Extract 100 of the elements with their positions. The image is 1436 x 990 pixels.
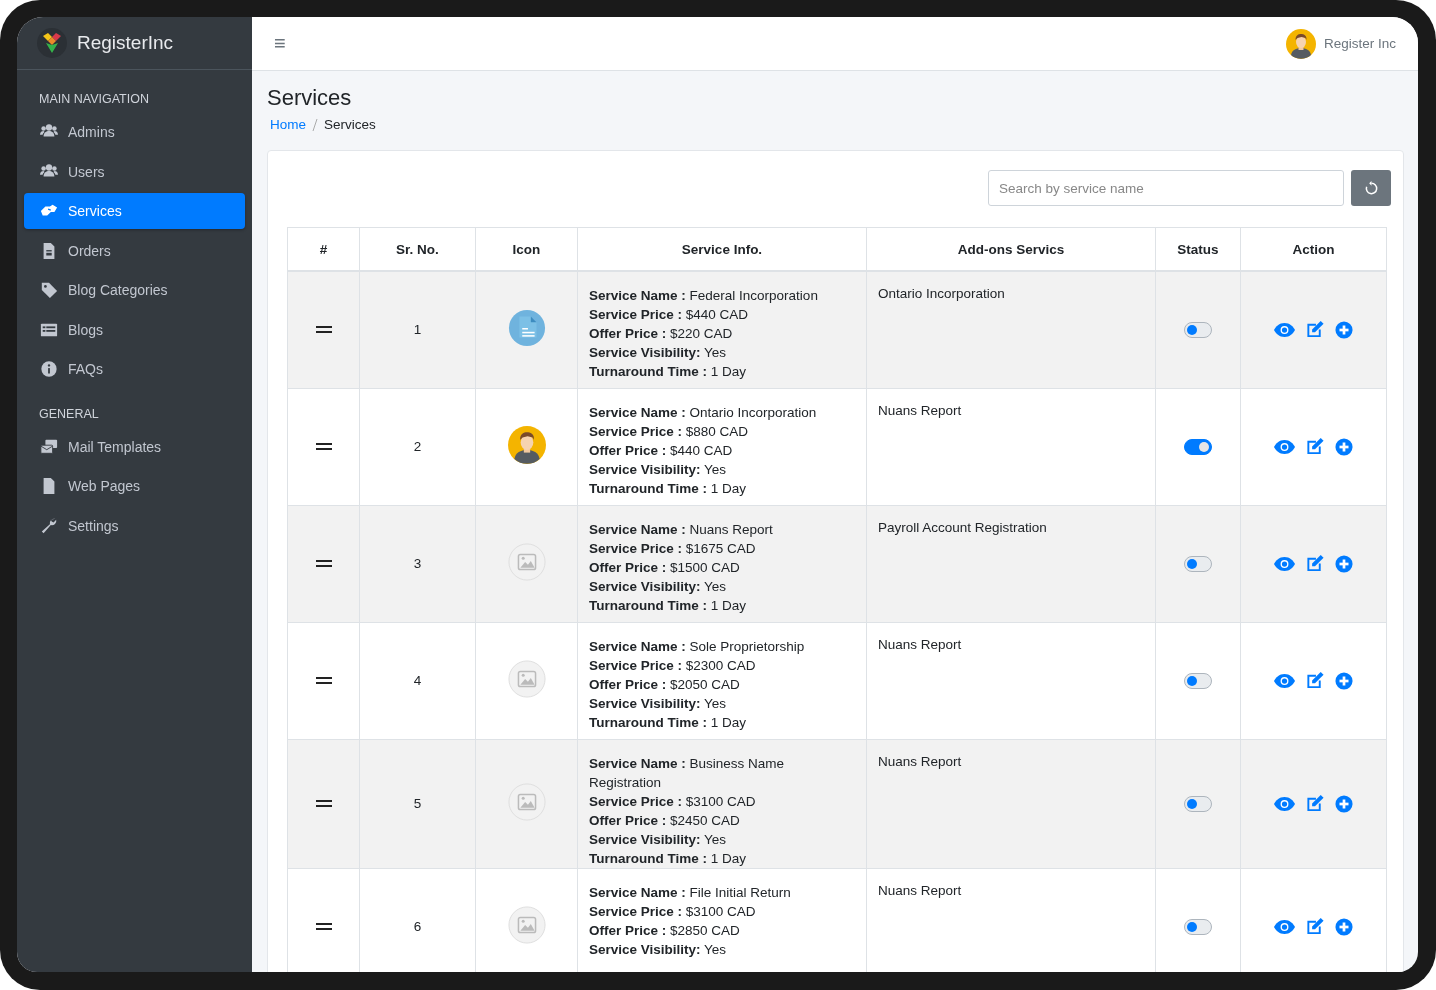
service-detail: Service Visibility: Yes — [589, 830, 728, 849]
page-title: Services — [267, 85, 353, 111]
menu-button[interactable]: ≡ — [270, 32, 290, 55]
service-detail: Service Name : File Initial Return — [589, 883, 792, 902]
view-icon[interactable] — [1274, 919, 1295, 934]
add-icon[interactable] — [1335, 320, 1353, 339]
service-detail: Service Price : $440 CAD — [589, 306, 750, 324]
view-icon[interactable] — [1274, 796, 1295, 811]
edit-icon[interactable] — [1305, 794, 1325, 813]
add-icon[interactable] — [1335, 917, 1353, 936]
drag-handle-icon[interactable] — [315, 800, 332, 808]
add-icon[interactable] — [1335, 794, 1353, 813]
service-detail: Offer Price : $2850 CAD — [589, 921, 741, 940]
sidebar-item[interactable]: FAQs — [24, 351, 245, 387]
breadcrumb-current: Services — [324, 117, 376, 132]
brand-name: RegisterInc — [77, 32, 174, 54]
refresh-icon — [1363, 180, 1379, 196]
sidebar-item[interactable]: Mail Templates — [24, 428, 245, 465]
image-placeholder-icon — [507, 906, 546, 944]
envelope-icon — [39, 437, 59, 456]
user-name[interactable]: Register Inc — [1323, 36, 1396, 51]
document-icon — [507, 309, 546, 348]
sidebar-item[interactable]: Blogs — [24, 311, 245, 348]
table-cell: 1 — [359, 271, 476, 388]
service-detail: Service Visibility: Yes — [589, 694, 728, 713]
service-detail: Service Visibility: Yes — [589, 577, 728, 596]
info-icon — [39, 360, 59, 378]
drag-handle-icon[interactable] — [315, 326, 332, 335]
status-toggle[interactable] — [1184, 918, 1212, 935]
status-toggle[interactable] — [1184, 672, 1212, 689]
service-detail: Service Price : $3100 CAD — [589, 792, 757, 811]
edit-icon[interactable] — [1305, 437, 1325, 456]
service-detail: Service Price : $2300 CAD — [589, 656, 757, 675]
service-detail: Offer Price : $220 CAD — [589, 325, 734, 343]
service-detail: Service Price : $3100 CAD — [589, 902, 757, 921]
table-cell: 4 — [359, 622, 476, 739]
avatar-icon — [1285, 28, 1316, 59]
sidebar-item[interactable]: Orders — [24, 232, 245, 269]
service-detail: Service Price : $1675 CAD — [589, 539, 757, 558]
edit-icon[interactable] — [1305, 917, 1325, 936]
status-toggle[interactable] — [1184, 555, 1212, 572]
service-detail: Turnaround Time : 1 Day — [589, 363, 748, 381]
table-cell: Payroll Account Registration — [866, 505, 1156, 622]
add-icon[interactable] — [1335, 554, 1353, 573]
service-detail: Service Visibility: Yes — [589, 940, 728, 959]
service-detail: Turnaround Time : 1 Day — [589, 713, 748, 732]
table-cell: Nuans Report — [866, 739, 1156, 868]
slash-icon — [312, 118, 318, 131]
status-toggle[interactable] — [1184, 795, 1212, 812]
service-detail: Service Visibility: Yes — [589, 460, 728, 479]
table-cell: 5 — [359, 739, 476, 868]
drag-handle-icon[interactable] — [315, 923, 332, 931]
service-detail: Offer Price : $440 CAD — [589, 441, 734, 460]
table-cell: 3 — [359, 505, 476, 622]
sidebar-item[interactable]: Users — [24, 153, 245, 190]
edit-icon[interactable] — [1305, 320, 1325, 340]
drag-handle-icon[interactable] — [315, 443, 332, 451]
service-detail: Service Name : Business Name Registration — [589, 754, 786, 792]
table-cell: Ontario Incorporation — [866, 271, 1156, 388]
edit-icon[interactable] — [1305, 671, 1325, 690]
add-icon[interactable] — [1335, 671, 1353, 690]
service-detail: Service Name : Ontario Incorporation — [589, 403, 818, 422]
edit-icon[interactable] — [1305, 554, 1325, 573]
status-toggle[interactable] — [1184, 438, 1212, 455]
service-detail: Offer Price : $2050 CAD — [589, 675, 741, 694]
view-icon[interactable] — [1274, 322, 1295, 337]
view-icon[interactable] — [1274, 556, 1295, 571]
image-placeholder-icon — [507, 660, 546, 698]
nav-heading: MAIN NAVIGATION — [38, 91, 150, 108]
image-placeholder-icon — [507, 783, 546, 821]
sidebar-item[interactable]: Settings — [24, 507, 245, 544]
tag-icon — [39, 281, 59, 299]
avatar-icon — [507, 426, 546, 464]
breadcrumb-link[interactable]: Home — [270, 117, 306, 132]
service-detail: Service Price : $880 CAD — [589, 422, 750, 441]
service-detail: Service Name : Sole Proprietorship — [589, 637, 806, 656]
sidebar-item[interactable]: Services — [24, 193, 245, 229]
sidebar-item[interactable]: Web Pages — [24, 468, 245, 504]
status-toggle[interactable] — [1184, 321, 1212, 338]
add-icon[interactable] — [1335, 437, 1353, 456]
service-detail: Turnaround Time : 1 Day — [589, 596, 748, 615]
search-field[interactable]: Search by service name — [988, 170, 1344, 206]
service-detail: Service Name : Federal Incorporation — [589, 287, 819, 305]
refresh-button[interactable] — [1351, 170, 1391, 206]
sidebar-item[interactable]: Admins — [24, 114, 245, 150]
nav-heading: GENERAL — [38, 405, 100, 423]
drag-handle-icon[interactable] — [315, 560, 332, 568]
logo-icon — [37, 28, 67, 58]
service-detail: Offer Price : $1500 CAD — [589, 558, 741, 577]
drag-handle-icon[interactable] — [315, 677, 332, 685]
service-detail: Service Visibility: Yes — [589, 344, 728, 362]
image-placeholder-icon — [507, 543, 546, 581]
table-cell: Nuans Report — [866, 622, 1156, 739]
view-icon[interactable] — [1274, 673, 1295, 688]
table-cell: 2 — [359, 388, 476, 505]
service-detail: Turnaround Time : 1 Day — [589, 849, 748, 868]
sidebar-item[interactable]: Blog Categories — [24, 272, 245, 308]
table-cell: Nuans Report — [866, 388, 1156, 505]
view-icon[interactable] — [1274, 439, 1295, 454]
service-detail: Turnaround Time : 1 Day — [589, 479, 748, 498]
